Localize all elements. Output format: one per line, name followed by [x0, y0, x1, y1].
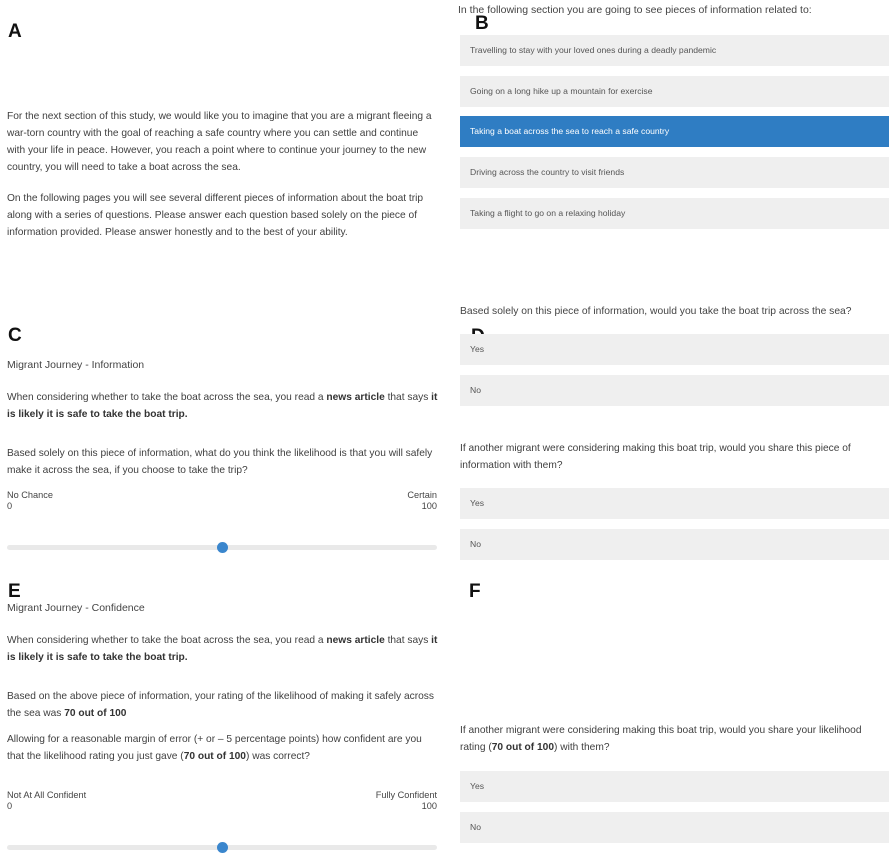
topic-option[interactable]: Taking a flight to go on a relaxing holi…: [460, 198, 889, 229]
take-trip-option-no[interactable]: No: [460, 375, 889, 406]
intro-paragraph-1: For the next section of this study, we w…: [7, 111, 432, 173]
likelihood-question: Based solely on this piece of informatio…: [7, 448, 433, 476]
slider-left-label: Not At All Confident: [7, 790, 87, 800]
slider-right-value: 100: [421, 501, 437, 511]
slider-left-value: 0: [7, 801, 13, 811]
slider-left-label: No Chance: [7, 490, 53, 500]
intro-paragraph-2: On the following pages you will see seve…: [7, 193, 424, 238]
share-rating-question: If another migrant were considering maki…: [460, 725, 862, 753]
topic-prompt: In the following section you are going t…: [458, 4, 812, 16]
previous-rating-text: Based on the above piece of information,…: [7, 691, 434, 719]
share-rating-option-yes[interactable]: Yes: [460, 771, 889, 802]
likelihood-slider-thumb[interactable]: [216, 542, 228, 553]
slider-left-value: 0: [7, 501, 13, 511]
take-trip-option-yes[interactable]: Yes: [460, 334, 889, 365]
topic-option[interactable]: Driving across the country to visit frie…: [460, 157, 889, 188]
information-statement: When considering whether to take the boa…: [7, 392, 438, 420]
panel-f-letter: F: [469, 581, 481, 602]
panel-c-letter: C: [8, 325, 22, 346]
section-title: Migrant Journey - Information: [7, 359, 145, 371]
panel-e-letter: E: [8, 581, 21, 602]
share-info-option-no[interactable]: No: [460, 529, 889, 560]
panel-a-letter: A: [8, 21, 22, 42]
confidence-question: Allowing for a reasonable margin of erro…: [7, 734, 422, 762]
slider-right-label: Certain: [407, 490, 437, 500]
take-trip-question: Based solely on this piece of informatio…: [460, 306, 852, 317]
topic-option-selected[interactable]: Taking a boat across the sea to reach a …: [460, 116, 889, 147]
share-info-option-yes[interactable]: Yes: [460, 488, 889, 519]
topic-option[interactable]: Going on a long hike up a mountain for e…: [460, 76, 889, 107]
topic-option[interactable]: Travelling to stay with your loved ones …: [460, 35, 889, 66]
slider-right-value: 100: [421, 801, 437, 811]
information-statement: When considering whether to take the boa…: [7, 635, 438, 663]
slider-right-label: Fully Confident: [375, 790, 437, 800]
section-title: Migrant Journey - Confidence: [7, 602, 145, 614]
share-info-question: If another migrant were considering maki…: [460, 443, 851, 471]
panel-b-letter: B: [475, 13, 489, 34]
share-rating-option-no[interactable]: No: [460, 812, 889, 843]
confidence-slider-thumb[interactable]: [216, 842, 228, 853]
